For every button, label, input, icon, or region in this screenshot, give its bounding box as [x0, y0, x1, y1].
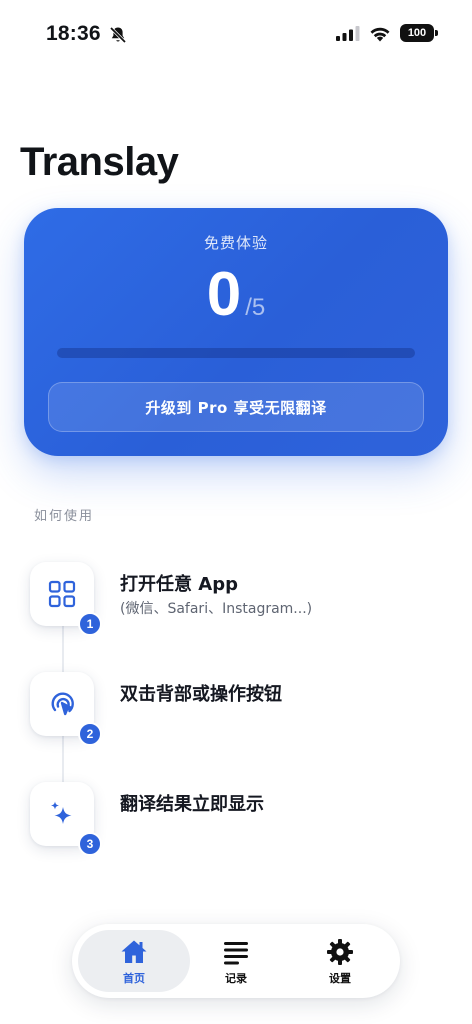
tab-settings[interactable]: 设置 [284, 930, 396, 992]
tab-settings-label: 设置 [329, 971, 351, 985]
bell-muted-icon [109, 26, 127, 44]
step-title: 双击背部或操作按钮 [120, 684, 282, 705]
cellular-signal-icon [336, 26, 360, 41]
wifi-icon [370, 27, 390, 41]
usage-counter: 0 /5 [24, 264, 448, 326]
upgrade-pro-button[interactable]: 升级到 Pro 享受无限翻译 [48, 382, 424, 432]
tab-home-label: 首页 [123, 971, 145, 985]
step-item: 3 翻译结果立即显示 [30, 782, 450, 856]
free-trial-card: 免费体验 0 /5 升级到 Pro 享受无限翻译 [24, 208, 448, 456]
tap-icon [51, 692, 74, 716]
step-number-badge: 3 [78, 832, 102, 856]
grid-icon [48, 580, 76, 608]
step-number-badge: 2 [78, 722, 102, 746]
usage-limit: /5 [245, 294, 266, 321]
how-to-header: 如何使用 [34, 509, 95, 524]
step-item: 2 双击背部或操作按钮 [30, 672, 450, 746]
usage-progress-bar [57, 348, 415, 358]
step-title: 打开任意 App [120, 574, 238, 595]
home-icon [121, 940, 147, 963]
step-subtitle: (微信、Safari、Instagram...) [120, 601, 313, 617]
gear-icon [327, 938, 353, 965]
tab-history-label: 记录 [225, 971, 247, 985]
battery-indicator: 100 [400, 24, 438, 42]
status-time: 18:36 [46, 22, 101, 45]
app-title: Translay [20, 140, 179, 184]
usage-count: 0 [206, 260, 242, 329]
home-screen: 18:36 100 Translay 免费体验 0 /5 升级到 Pro 享受无… [0, 0, 472, 1024]
tab-history[interactable]: 记录 [180, 930, 292, 992]
status-indicators: 100 [336, 24, 438, 42]
step-title: 翻译结果立即显示 [120, 794, 264, 815]
free-trial-label: 免费体验 [203, 234, 268, 252]
tab-bar: 首页 记录 设置 [72, 924, 400, 998]
step-item: 1 打开任意 App (微信、Safari、Instagram...) [30, 562, 450, 636]
status-bar: 18:36 100 [0, 0, 472, 70]
step-number-badge: 1 [78, 612, 102, 636]
sparkles-icon [51, 801, 72, 824]
list-icon [224, 941, 248, 964]
tab-home[interactable]: 首页 [78, 930, 190, 992]
